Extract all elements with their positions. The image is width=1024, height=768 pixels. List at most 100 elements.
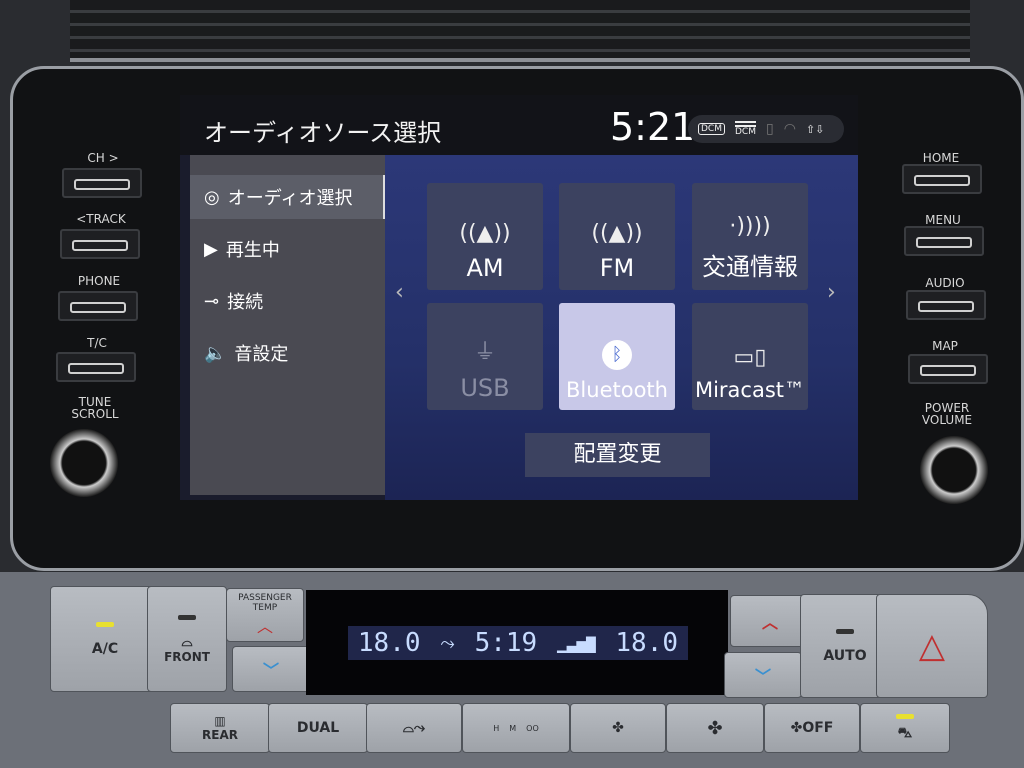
fan-icon: ✤ bbox=[707, 717, 723, 739]
fan-off-button[interactable]: ✤ OFF bbox=[764, 703, 860, 753]
hazard-button[interactable]: △ bbox=[876, 594, 988, 698]
tile-bluetooth[interactable]: ᛒ Bluetooth bbox=[559, 303, 675, 410]
passenger-temp-down-button[interactable]: ﹀ bbox=[232, 646, 310, 692]
airflow-mode-button[interactable]: ⌓⤳ bbox=[366, 703, 462, 753]
fan-icon: ✤ bbox=[790, 720, 803, 736]
speaker-icon: 🔈 bbox=[204, 342, 227, 364]
phone-disconnected-icon: ▯ bbox=[765, 121, 774, 137]
airflow-mode-icon: ⌓⤳ bbox=[402, 720, 426, 736]
ch-label: CH > bbox=[87, 151, 119, 165]
chevron-up-icon: ︿ bbox=[761, 613, 778, 632]
front-defrost-icon: ⌓ bbox=[181, 633, 193, 650]
tile-am[interactable]: ((▲)) AM bbox=[427, 183, 543, 290]
touchscreen: オーディオソース選択 5:21 DCM DCM ▯ ◠ ⇧⇩ ◎ オーディオ選択 … bbox=[180, 95, 858, 500]
rear-label: REAR bbox=[202, 728, 238, 742]
screen-header: オーディオソース選択 5:21 DCM DCM ▯ ◠ ⇧⇩ bbox=[180, 95, 858, 155]
fan-level-oo[interactable]: OO bbox=[526, 724, 539, 733]
recirculation-button[interactable]: ⛍ bbox=[860, 703, 950, 753]
track-button[interactable] bbox=[60, 229, 140, 259]
air-vent bbox=[70, 0, 970, 62]
dcm-icon: DCM bbox=[698, 123, 725, 135]
dual-button[interactable]: DUAL bbox=[268, 703, 368, 753]
menu-item-sound-settings[interactable]: 🔈 音設定 bbox=[190, 331, 385, 375]
ch-button[interactable] bbox=[62, 168, 142, 198]
rear-defrost-icon: ▥ bbox=[214, 714, 226, 728]
home-label: HOME bbox=[922, 151, 960, 165]
recirculation-led bbox=[896, 713, 914, 719]
tc-label: T/C bbox=[87, 336, 107, 350]
map-label: MAP bbox=[932, 339, 958, 353]
source-grid: ‹ › ((▲)) AM ((▲)) FM ·)))) 交通情報 ⏚ USB ᛒ Blue… bbox=[385, 155, 858, 500]
fan-up-button[interactable]: ✤ bbox=[666, 703, 764, 753]
next-page-arrow[interactable]: › bbox=[827, 280, 836, 305]
menu-item-now-playing[interactable]: ▶ 再生中 bbox=[190, 227, 385, 271]
driver-temp-down-button[interactable]: ﹀ bbox=[724, 652, 802, 698]
fan-level-h[interactable]: H bbox=[493, 724, 499, 733]
status-bar: DCM DCM ▯ ◠ ⇧⇩ bbox=[688, 115, 844, 143]
miracast-icon: ▭▯ bbox=[733, 345, 767, 370]
data-transfer-icon: ⇧⇩ bbox=[805, 122, 825, 136]
tile-label: 交通情報 bbox=[702, 253, 798, 281]
menu-item-label: 接続 bbox=[227, 292, 264, 313]
traffic-broadcast-icon: ·)))) bbox=[729, 214, 771, 239]
relayout-button[interactable]: 配置変更 bbox=[525, 433, 710, 477]
play-icon: ▶ bbox=[204, 238, 218, 260]
passenger-temp-up-button[interactable]: PASSENGER TEMP ︿ bbox=[226, 588, 304, 642]
fan-down-button[interactable]: ✤ bbox=[570, 703, 666, 753]
front-label: FRONT bbox=[164, 649, 210, 664]
home-button[interactable] bbox=[902, 164, 982, 194]
tile-label: Bluetooth bbox=[566, 378, 668, 402]
tile-fm[interactable]: ((▲)) FM bbox=[559, 183, 675, 290]
auto-led bbox=[836, 628, 854, 634]
driver-temp-up-button[interactable]: ︿ bbox=[730, 595, 810, 647]
tile-traffic-info[interactable]: ·)))) 交通情報 bbox=[692, 183, 808, 290]
audio-button[interactable] bbox=[906, 290, 986, 320]
left-temp: 18.0 bbox=[357, 628, 421, 658]
climate-display: 18.0 ⤳ 5:19 ▁▃▅▇ 18.0 bbox=[306, 590, 728, 695]
tile-label: USB bbox=[460, 374, 510, 402]
tile-label: AM bbox=[466, 254, 504, 282]
recirculation-car-icon: ⛍ bbox=[897, 724, 913, 741]
signal-bars-icon: DCM bbox=[734, 121, 756, 137]
side-menu: ◎ オーディオ選択 ▶ 再生中 ⊸ 接続 🔈 音設定 bbox=[190, 155, 385, 495]
menu-item-connection[interactable]: ⊸ 接続 bbox=[190, 279, 385, 323]
fan-level-m[interactable]: M bbox=[509, 724, 516, 733]
seat-fan-levels[interactable]: H M OO bbox=[462, 703, 570, 753]
climate-clock: 5:19 bbox=[474, 628, 538, 658]
page-title: オーディオソース選択 bbox=[204, 119, 442, 147]
rear-defrost-button[interactable]: ▥ REAR bbox=[170, 703, 270, 753]
menu-item-label: オーディオ選択 bbox=[227, 188, 353, 209]
dual-label: DUAL bbox=[296, 720, 340, 736]
front-defrost-led bbox=[178, 614, 196, 620]
front-defrost-button[interactable]: ⌓ FRONT bbox=[147, 586, 227, 692]
climate-lcd: 18.0 ⤳ 5:19 ▁▃▅▇ 18.0 bbox=[348, 626, 688, 660]
tile-label: FM bbox=[599, 254, 635, 282]
tile-usb[interactable]: ⏚ USB bbox=[427, 303, 543, 410]
tile-label: Miracast™ bbox=[694, 378, 806, 402]
passenger-temp-label: PASSENGER TEMP bbox=[238, 593, 292, 613]
prev-page-arrow[interactable]: ‹ bbox=[395, 280, 404, 305]
airflow-icon: ⤳ bbox=[440, 632, 455, 654]
ac-led bbox=[96, 621, 114, 627]
fan-icon: ✤ bbox=[612, 720, 624, 736]
ac-button[interactable]: A/C bbox=[50, 586, 160, 692]
hazard-triangle-icon: △ bbox=[918, 626, 946, 666]
antenna-icon: ((▲)) bbox=[459, 221, 511, 246]
power-volume-knob[interactable] bbox=[920, 436, 988, 504]
antenna-icon: ((▲)) bbox=[591, 221, 643, 246]
phone-button[interactable] bbox=[58, 291, 138, 321]
menu-button[interactable] bbox=[904, 226, 984, 256]
wifi-icon: ◠ bbox=[783, 121, 796, 137]
tune-scroll-label: TUNE SCROLL bbox=[71, 395, 119, 421]
audio-source-icon: ◎ bbox=[204, 186, 220, 208]
tc-button[interactable] bbox=[56, 352, 136, 382]
usb-icon: ⏚ bbox=[473, 340, 496, 365]
tile-miracast[interactable]: ▭▯ Miracast™ bbox=[692, 303, 808, 410]
clock: 5:21 bbox=[610, 105, 696, 149]
tune-scroll-knob[interactable] bbox=[50, 429, 118, 497]
phone-label: PHONE bbox=[77, 274, 121, 288]
menu-item-audio-select[interactable]: ◎ オーディオ選択 bbox=[190, 175, 385, 219]
map-button[interactable] bbox=[908, 354, 988, 384]
ac-label: A/C bbox=[91, 640, 119, 657]
chevron-down-icon: ﹀ bbox=[262, 661, 279, 680]
